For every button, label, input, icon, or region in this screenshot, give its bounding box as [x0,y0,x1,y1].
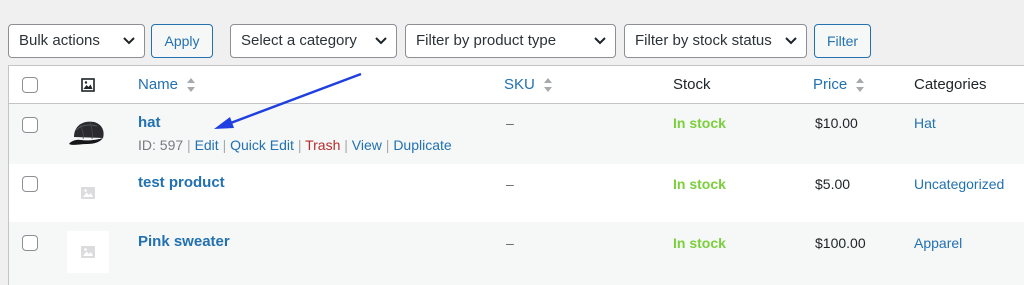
column-price-header[interactable]: Price [813,76,865,93]
stock-status-select-label: Filter by stock status [635,32,772,49]
image-placeholder-icon [81,246,95,258]
stock-status: In stock [673,235,726,251]
product-thumbnail-cap[interactable] [67,113,109,155]
sort-icon [187,78,196,93]
trash-link[interactable]: Trash [305,137,340,153]
product-type-select-label: Filter by product type [416,32,557,49]
chevron-down-icon [123,37,135,45]
product-id: ID: 597 [138,137,184,153]
bulk-actions-select[interactable]: Bulk actions [8,24,145,58]
apply-button[interactable]: Apply [151,24,213,58]
category-select[interactable]: Select a category [230,24,397,58]
table-header: Name SKU Stock Price Categories [9,66,1024,104]
products-table: Name SKU Stock Price Categories hat ID: … [8,65,1024,285]
view-link[interactable]: View [352,137,382,153]
product-name-link[interactable]: hat [138,114,161,131]
table-toolbar: Bulk actions Apply Select a category Fil… [0,0,1024,66]
column-name-header[interactable]: Name [138,76,196,93]
price-value: $100.00 [815,235,866,251]
product-type-select[interactable]: Filter by product type [405,24,616,58]
sku-value: – [506,176,514,192]
product-name-link[interactable]: Pink sweater [138,233,230,250]
row-checkbox[interactable] [22,176,38,192]
placeholder-image[interactable] [67,172,109,214]
column-name-label: Name [138,76,179,93]
stock-status: In stock [673,115,726,131]
filter-button[interactable]: Filter [814,24,871,58]
table-row: test product – In stock $5.00 Uncategori… [9,164,1024,222]
select-all-checkbox[interactable] [22,77,38,93]
bulk-actions-label: Bulk actions [19,32,100,49]
edit-link[interactable]: Edit [195,137,219,153]
row-checkbox[interactable] [22,235,38,251]
separator: | [344,137,348,153]
chevron-down-icon [375,37,387,45]
price-value: $5.00 [815,176,851,192]
sku-value: – [506,235,514,251]
category-link[interactable]: Uncategorized [914,176,1004,192]
image-column-icon [81,78,95,92]
duplicate-link[interactable]: Duplicate [393,137,451,153]
separator: | [222,137,227,153]
stock-status: In stock [673,176,726,192]
sort-icon [856,78,865,93]
table-row: Pink sweater – In stock $100.00 Apparel [9,222,1024,285]
separator: | [187,137,191,153]
sku-value: – [506,115,514,131]
separator: | [385,137,390,153]
row-checkbox[interactable] [22,117,38,133]
chevron-down-icon [785,37,797,45]
product-name-link[interactable]: test product [138,174,225,191]
row-actions: ID: 597 | Edit | Quick Edit | Trash | Vi… [138,137,452,153]
stock-status-select[interactable]: Filter by stock status [624,24,807,58]
category-select-label: Select a category [241,32,357,49]
column-sku-header[interactable]: SKU [504,76,553,93]
column-categories-header: Categories [914,76,987,93]
column-stock-header: Stock [673,76,711,93]
table-row: hat ID: 597 | Edit | Quick Edit | Trash … [9,104,1024,164]
category-link[interactable]: Apparel [914,235,962,251]
placeholder-image[interactable] [67,231,109,273]
quick-edit-link[interactable]: Quick Edit [230,137,294,153]
price-value: $10.00 [815,115,858,131]
chevron-down-icon [594,37,606,45]
column-sku-label: SKU [504,76,535,93]
category-link[interactable]: Hat [914,115,936,131]
sort-icon [544,78,553,93]
column-price-label: Price [813,76,848,93]
image-placeholder-icon [81,187,95,199]
separator: | [297,137,302,153]
